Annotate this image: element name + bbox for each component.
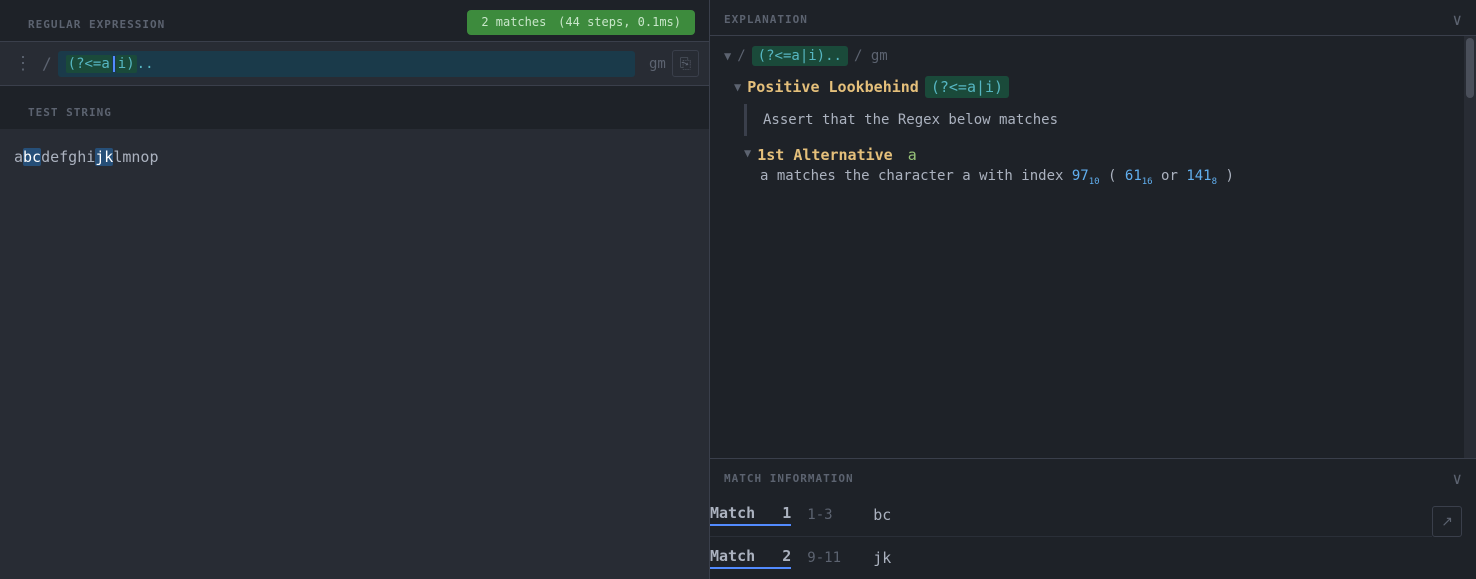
alt-toggle[interactable]: ▼ bbox=[744, 146, 751, 160]
or-text2: or bbox=[1161, 168, 1186, 184]
match-highlight-1: bc bbox=[23, 148, 41, 166]
regex-lookbehind-part: (?<=a bbox=[66, 55, 112, 73]
explanation-header: EXPLANATION ∨ bbox=[710, 0, 1476, 36]
sub-10: 10 bbox=[1089, 177, 1100, 187]
match-info-chevron[interactable]: ∨ bbox=[1452, 469, 1462, 488]
match-2-value: jk bbox=[873, 549, 891, 567]
regex-input[interactable]: (?<=a i) .. bbox=[58, 51, 635, 77]
index-141: 141 bbox=[1186, 168, 1211, 184]
match-highlight-2: jk bbox=[95, 148, 113, 166]
match-row-1: Match 1 1-3 bc bbox=[710, 494, 1432, 537]
regex-section-title: REGULAR EXPRESSION bbox=[14, 8, 179, 37]
lookbehind-text: Positive Lookbehind bbox=[747, 78, 919, 96]
share-button[interactable]: ↗ bbox=[1432, 506, 1462, 537]
match-1-label: Match 1 bbox=[710, 504, 791, 526]
match-info-title: MATCH INFORMATION bbox=[724, 472, 854, 485]
match-badge: 2 matches (44 steps, 0.1ms) bbox=[467, 10, 695, 35]
cursor bbox=[113, 56, 115, 72]
test-string-section-title: TEST STRING bbox=[14, 96, 126, 125]
lookbehind-regex-display: (?<=a|i) bbox=[925, 76, 1009, 98]
alt-description: a matches the character a with index 971… bbox=[760, 168, 1456, 187]
regex-bar: ⋮ / (?<=a i) .. gm ⎘ bbox=[0, 41, 709, 86]
match-info-header: MATCH INFORMATION ∨ bbox=[710, 459, 1476, 494]
match-1-label-text: Match bbox=[710, 504, 755, 522]
left-panel: REGULAR EXPRESSION 2 matches (44 steps, … bbox=[0, 0, 710, 579]
scrollbar[interactable] bbox=[1464, 36, 1476, 458]
match-rows-list: Match 1 1-3 bc Match 2 9-11 jk bbox=[710, 494, 1432, 579]
chevron-down-icon[interactable]: ∨ bbox=[1452, 10, 1462, 29]
alt-item-1: ▼ 1st Alternative a bbox=[744, 146, 1456, 164]
alt-desc-text: a matches the character a with index bbox=[760, 168, 1072, 184]
match-2-range: 9-11 bbox=[807, 550, 857, 566]
regex-flags: gm bbox=[649, 56, 666, 72]
lookbehind-toggle[interactable]: ▼ bbox=[734, 80, 741, 94]
match-info-section: MATCH INFORMATION ∨ Match 1 1-3 bc bbox=[710, 458, 1476, 579]
assert-text: Assert that the Regex below matches bbox=[744, 104, 1456, 136]
lookbehind-label: ▼ Positive Lookbehind (?<=a|i) bbox=[734, 76, 1456, 98]
match-detail: (44 steps, 0.1ms) bbox=[558, 15, 681, 29]
match-1-range: 1-3 bbox=[807, 507, 857, 523]
lookbehind-tree-item: ▼ Positive Lookbehind (?<=a|i) Assert th… bbox=[734, 76, 1456, 187]
match-1-num: 1 bbox=[782, 504, 791, 522]
index-97: 97 bbox=[1072, 168, 1089, 184]
copy-button[interactable]: ⎘ bbox=[672, 50, 699, 77]
test-string-area[interactable]: abcdefghijklmnop bbox=[0, 129, 709, 579]
regex-full-highlight: (?<=a|i).. bbox=[752, 46, 848, 66]
explanation-body: ▼ / (?<=a|i).. / gm ▼ Positive Lookbehin… bbox=[710, 36, 1476, 458]
test-string-display: abcdefghijklmnop bbox=[14, 145, 695, 169]
sub-8: 8 bbox=[1212, 177, 1217, 187]
index-61: 61 bbox=[1125, 168, 1142, 184]
alt-label: 1st Alternative bbox=[757, 146, 902, 164]
match-2-label: Match 2 bbox=[710, 547, 791, 569]
scroll-thumb[interactable] bbox=[1466, 38, 1474, 98]
explanation-title: EXPLANATION bbox=[724, 13, 808, 26]
slash-open: / bbox=[737, 48, 745, 64]
regex-open-slash: / bbox=[42, 54, 52, 73]
regex-lookbehind-part2: i) bbox=[116, 55, 137, 73]
collapse-toggle[interactable]: ▼ bbox=[724, 49, 731, 63]
match-1-value: bc bbox=[873, 506, 891, 524]
match-2-label-text: Match bbox=[710, 547, 755, 565]
sub-16: 16 bbox=[1142, 177, 1153, 187]
slash-flags: / gm bbox=[854, 48, 888, 64]
match-count: 2 matches bbox=[481, 15, 546, 29]
regex-dots-part: .. bbox=[137, 56, 154, 72]
alt-char: a bbox=[908, 146, 917, 164]
or-text: ( bbox=[1108, 168, 1116, 184]
close-paren: ) bbox=[1225, 168, 1233, 184]
right-panel: EXPLANATION ∨ ▼ / (?<=a|i).. / gm ▼ Posi… bbox=[710, 0, 1476, 579]
drag-handle-icon[interactable]: ⋮ bbox=[10, 51, 36, 76]
match-2-num: 2 bbox=[782, 547, 791, 565]
match-rows-container: Match 1 1-3 bc Match 2 9-11 jk bbox=[710, 494, 1476, 579]
match-row-2: Match 2 9-11 jk bbox=[710, 537, 1432, 579]
regex-display-line: ▼ / (?<=a|i).. / gm bbox=[724, 46, 1456, 66]
